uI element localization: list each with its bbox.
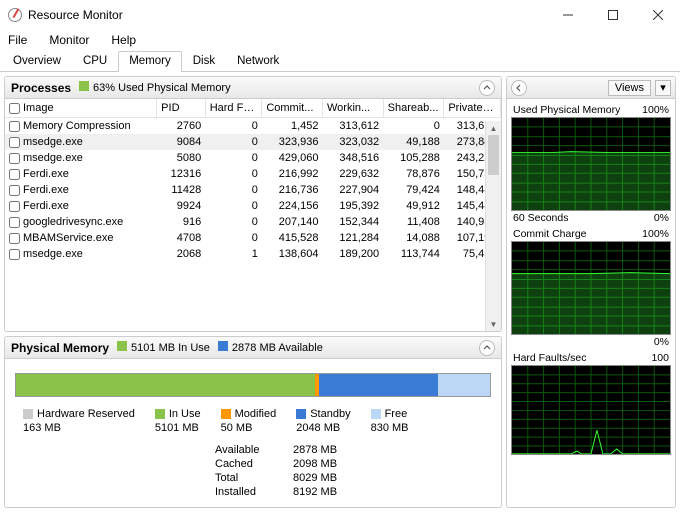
scroll-down-icon[interactable]: ▼: [486, 317, 501, 331]
col-working[interactable]: Workin...: [323, 99, 384, 118]
tab-disk[interactable]: Disk: [182, 51, 226, 72]
physical-memory-title: Physical Memory: [11, 341, 109, 355]
processes-panel: Processes 63% Used Physical Memory Image…: [4, 76, 502, 332]
close-button[interactable]: [635, 0, 680, 30]
col-commit[interactable]: Commit...: [262, 99, 323, 118]
processes-header[interactable]: Processes 63% Used Physical Memory: [5, 77, 501, 99]
minimize-button[interactable]: [545, 0, 590, 30]
scroll-thumb[interactable]: [488, 135, 499, 175]
tab-cpu[interactable]: CPU: [72, 51, 118, 72]
table-row[interactable]: msedge.exe50800429,060348,516105,288243,…: [5, 150, 501, 166]
menu-monitor[interactable]: Monitor: [45, 31, 93, 49]
col-image: Image: [5, 99, 157, 118]
row-checkbox[interactable]: [9, 153, 20, 164]
row-checkbox[interactable]: [9, 137, 20, 148]
table-row[interactable]: Ferdi.exe123160216,992229,63278,876150,7…: [5, 166, 501, 182]
expand-icon[interactable]: [511, 80, 527, 96]
graph-used-physical-memory: Used Physical Memory100% 60 Seconds0%: [511, 103, 671, 225]
tab-overview[interactable]: Overview: [2, 51, 72, 72]
physical-memory-panel: Physical Memory 5101 MB In Use 2878 MB A…: [4, 336, 502, 508]
tab-memory[interactable]: Memory: [118, 51, 182, 72]
app-icon: [8, 8, 22, 22]
row-checkbox[interactable]: [9, 201, 20, 212]
maximize-button[interactable]: [590, 0, 635, 30]
col-private[interactable]: Private (...: [444, 99, 501, 118]
graphs-panel: Views ▾ Used Physical Memory100%: [506, 76, 676, 508]
physical-memory-header[interactable]: Physical Memory 5101 MB In Use 2878 MB A…: [5, 337, 501, 359]
table-row[interactable]: googledrivesync.exe9160207,140152,34411,…: [5, 214, 501, 230]
menubar: File Monitor Help: [0, 30, 680, 50]
collapse-icon[interactable]: [479, 340, 495, 356]
views-button[interactable]: Views: [608, 80, 651, 96]
processes-scrollbar[interactable]: ▲ ▼: [485, 121, 501, 331]
graph-line: [512, 118, 670, 211]
row-checkbox[interactable]: [9, 249, 20, 260]
menu-help[interactable]: Help: [107, 31, 140, 49]
memory-stats: Available2878 MB Cached2098 MB Total8029…: [215, 444, 491, 498]
memory-legend: Hardware Reserved163 MB In Use5101 MB Mo…: [15, 407, 491, 436]
memory-bar: [15, 373, 491, 397]
membar-free: [438, 374, 490, 396]
graph-commit-charge: Commit Charge100% 0%: [511, 227, 671, 349]
col-hardfaults[interactable]: Hard Fa...: [205, 99, 262, 118]
row-checkbox[interactable]: [9, 169, 20, 180]
window-title: Resource Monitor: [28, 8, 545, 22]
row-checkbox[interactable]: [9, 233, 20, 244]
select-all-checkbox[interactable]: [9, 103, 20, 114]
tab-network[interactable]: Network: [226, 51, 290, 72]
graph-hard-faults: Hard Faults/sec100: [511, 351, 671, 455]
table-row[interactable]: Memory Compression276001,452313,6120313,…: [5, 118, 501, 135]
graphs-header: Views ▾: [507, 77, 675, 99]
table-row[interactable]: msedge.exe20681138,604189,200113,74475,4…: [5, 246, 501, 262]
table-row[interactable]: Ferdi.exe114280216,736227,90479,424148,4…: [5, 182, 501, 198]
col-pid[interactable]: PID: [157, 99, 206, 118]
row-checkbox[interactable]: [9, 121, 20, 132]
table-row[interactable]: Ferdi.exe99240224,156195,39249,912145,48…: [5, 198, 501, 214]
processes-table[interactable]: Image PID Hard Fa... Commit... Workin...…: [5, 99, 501, 331]
membar-standby: [319, 374, 438, 396]
titlebar: Resource Monitor: [0, 0, 680, 30]
tabs: Overview CPU Memory Disk Network: [0, 50, 680, 72]
processes-title: Processes: [11, 81, 71, 95]
row-checkbox[interactable]: [9, 217, 20, 228]
menu-file[interactable]: File: [4, 31, 31, 49]
table-row[interactable]: MBAMService.exe47080415,528121,28414,088…: [5, 230, 501, 246]
table-row[interactable]: msedge.exe90840323,936323,03249,188273,8…: [5, 134, 501, 150]
row-checkbox[interactable]: [9, 185, 20, 196]
col-shareable[interactable]: Shareab...: [383, 99, 444, 118]
scroll-up-icon[interactable]: ▲: [486, 121, 501, 135]
membar-inuse: [16, 374, 315, 396]
views-dropdown-icon[interactable]: ▾: [655, 80, 671, 96]
collapse-icon[interactable]: [479, 80, 495, 96]
